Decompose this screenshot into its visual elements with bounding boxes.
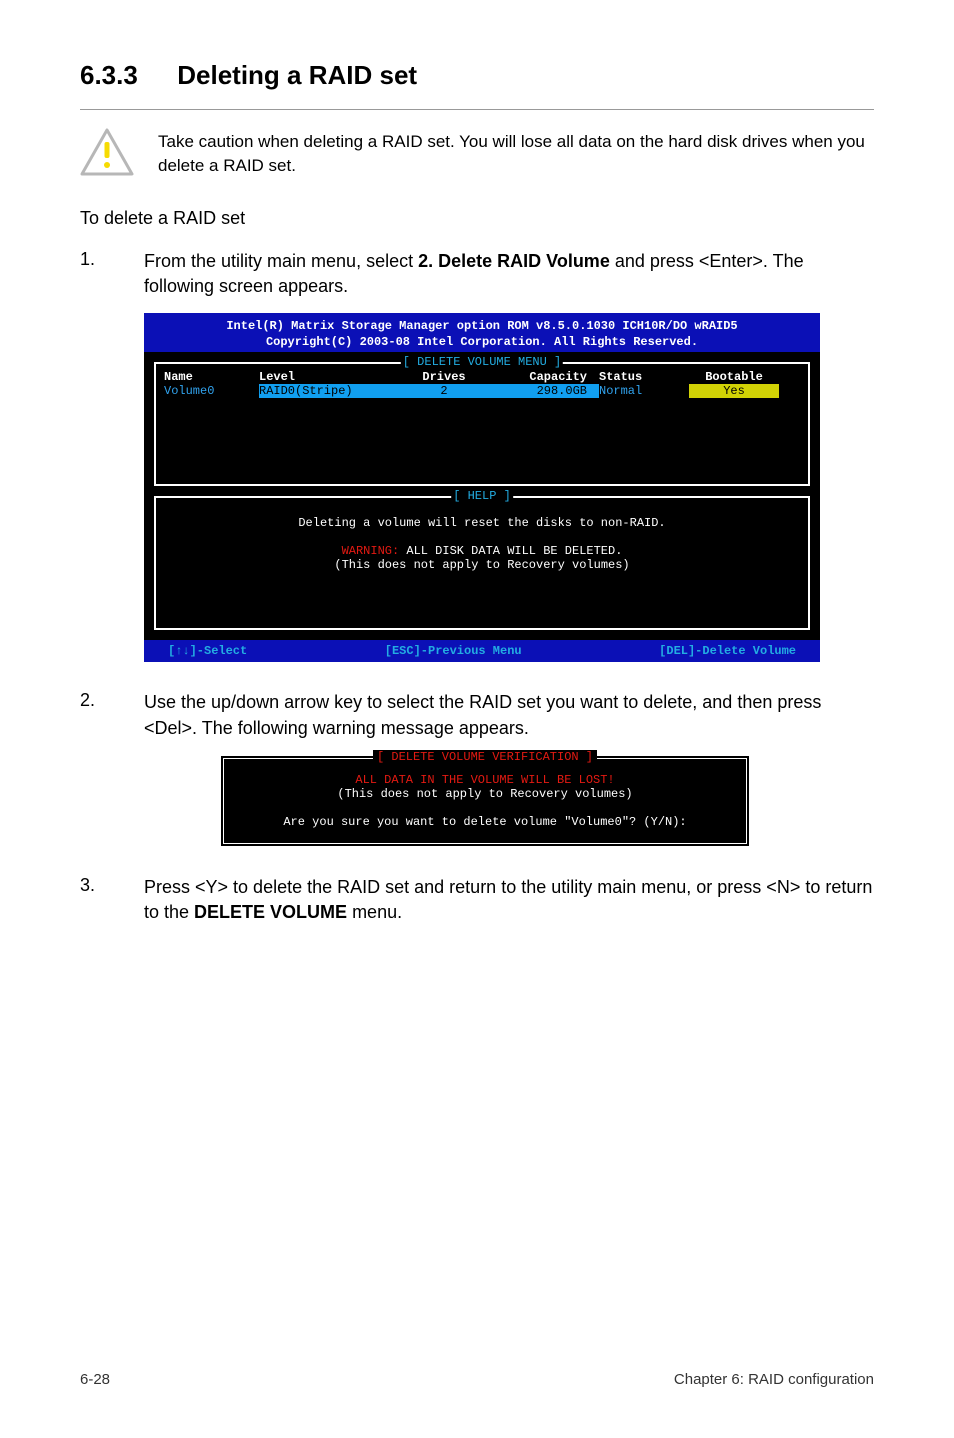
col-drives: Drives [409,370,479,384]
section-number: 6.3.3 [80,60,170,91]
verify-line3: Are you sure you want to delete volume "… [236,815,734,829]
help-label: [ HELP ] [451,489,513,503]
delete-volume-menu-label: [ DELETE VOLUME MENU ] [401,355,563,369]
col-capacity: Capacity [479,370,599,384]
bios-header: Intel(R) Matrix Storage Manager option R… [144,313,820,352]
row-bootable: Yes [689,384,779,398]
table-row[interactable]: Volume0 RAID0(Stripe) 2 298.0GB Normal Y… [164,384,800,398]
row-capacity: 298.0GB [479,384,599,398]
bios-header-line1: Intel(R) Matrix Storage Manager option R… [148,319,816,335]
row-level: RAID0(Stripe) [259,384,409,398]
page-footer: 6-28 Chapter 6: RAID configuration [80,1371,874,1388]
caution-text: Take caution when deleting a RAID set. Y… [158,128,874,178]
divider [80,109,874,110]
step-body: Use the up/down arrow key to select the … [144,690,874,740]
verify-label: [ DELETE VOLUME VERIFICATION ] [373,750,597,764]
step-body: Press <Y> to delete the RAID set and ret… [144,875,874,925]
caution-block: Take caution when deleting a RAID set. Y… [80,128,874,178]
footer-del: [DEL]-Delete Volume [659,644,796,658]
step-number: 3. [80,875,120,925]
row-drives: 2 [409,384,479,398]
step-3: 3. Press <Y> to delete the RAID set and … [80,875,874,925]
col-level: Level [259,370,409,384]
col-name: Name [164,370,259,384]
footer-select: [↑↓]-Select [168,644,247,658]
page-number: 6-28 [80,1371,110,1388]
step1-prefix: From the utility main menu, select [144,251,418,271]
step-1: 1. From the utility main menu, select 2.… [80,249,874,299]
bios-footer: [↑↓]-Select [ESC]-Previous Menu [DEL]-De… [144,640,820,662]
col-bootable: Bootable [689,370,779,384]
verify-line2: (This does not apply to Recovery volumes… [236,787,734,801]
chapter-label: Chapter 6: RAID configuration [674,1371,874,1388]
step3-suffix: menu. [347,902,402,922]
step-body: From the utility main menu, select 2. De… [144,249,874,299]
col-status: Status [599,370,689,384]
step-number: 1. [80,249,120,299]
help-frame: [ HELP ] Deleting a volume will reset th… [154,496,810,630]
row-name: Volume0 [164,384,259,398]
step-number: 2. [80,690,120,740]
help-line2: WARNING: ALL DISK DATA WILL BE DELETED. [164,544,800,558]
help-warn-prefix: WARNING: [342,544,400,558]
caution-icon [80,128,134,176]
section-heading: 6.3.3 Deleting a RAID set [80,60,874,91]
help-line1: Deleting a volume will reset the disks t… [164,516,800,530]
step1-bold: 2. Delete RAID Volume [418,251,610,271]
footer-esc: [ESC]-Previous Menu [385,644,522,658]
step3-bold: DELETE VOLUME [194,902,347,922]
step-2: 2. Use the up/down arrow key to select t… [80,690,874,740]
bios-header-line2: Copyright(C) 2003-08 Intel Corporation. … [148,335,816,351]
intro-text: To delete a RAID set [80,206,874,231]
verify-line1: ALL DATA IN THE VOLUME WILL BE LOST! [236,773,734,787]
delete-verification-box: [ DELETE VOLUME VERIFICATION ] ALL DATA … [220,755,750,847]
help-warn-rest: ALL DISK DATA WILL BE DELETED. [399,544,622,558]
help-line3: (This does not apply to Recovery volumes… [164,558,800,572]
table-header: Name Level Drives Capacity Status Bootab… [164,370,800,384]
section-title: Deleting a RAID set [177,60,417,90]
row-status: Normal [599,384,689,398]
delete-volume-menu-frame: [ DELETE VOLUME MENU ] Name Level Drives… [154,362,810,486]
bios-screenshot: Intel(R) Matrix Storage Manager option R… [144,313,820,662]
